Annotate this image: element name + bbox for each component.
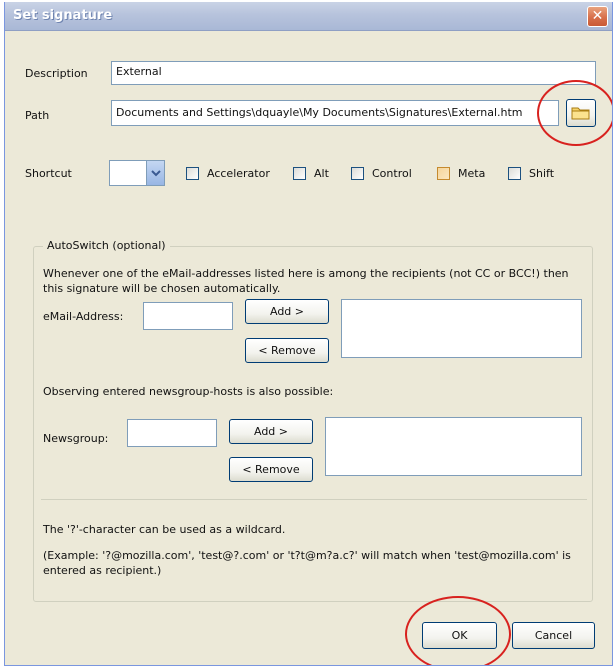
path-label: Path [25, 109, 50, 122]
shift-checkbox[interactable] [508, 167, 521, 180]
email-label: eMail-Address: [43, 310, 124, 323]
control-checkbox[interactable] [351, 167, 364, 180]
meta-checkbox[interactable] [437, 167, 450, 180]
alt-checkbox[interactable] [293, 167, 306, 180]
description-label: Description [25, 67, 88, 80]
path-input[interactable]: Documents and Settings\dquayle\My Docume… [111, 100, 559, 126]
shortcut-dropdown[interactable] [109, 160, 165, 186]
set-signature-dialog: Set signature ✕ Description External Pat… [4, 2, 613, 666]
autoswitch-description: Whenever one of the eMail-addresses list… [43, 267, 569, 295]
cancel-button[interactable]: Cancel [512, 622, 595, 649]
email-remove-button[interactable]: < Remove [245, 338, 329, 363]
email-input[interactable] [143, 302, 233, 330]
chevron-down-icon[interactable] [146, 161, 164, 185]
title-bar: Set signature ✕ [5, 2, 612, 31]
wildcard-example: (Example: '?@mozilla.com', 'test@?.com' … [43, 549, 571, 577]
newsgroup-intro: Observing entered newsgroup-hosts is als… [43, 385, 334, 398]
ok-button[interactable]: OK [422, 622, 497, 649]
autoswitch-legend: AutoSwitch (optional) [43, 239, 170, 252]
path-value: Documents and Settings\dquayle\My Docume… [116, 106, 523, 119]
alt-label: Alt [314, 167, 329, 180]
close-icon: ✕ [591, 8, 604, 24]
newsgroup-input[interactable] [127, 419, 217, 447]
newsgroup-remove-button[interactable]: < Remove [229, 457, 313, 482]
folder-icon [571, 107, 590, 120]
meta-label: Meta [458, 167, 486, 180]
description-input[interactable]: External [111, 61, 596, 85]
accelerator-label: Accelerator [207, 167, 270, 180]
wildcard-note: The '?'-character can be used as a wildc… [43, 523, 286, 536]
shortcut-label: Shortcut [25, 167, 72, 180]
email-add-button[interactable]: Add > [245, 299, 329, 324]
newsgroup-list[interactable] [325, 417, 582, 476]
close-button[interactable]: ✕ [587, 6, 608, 27]
accelerator-checkbox[interactable] [186, 167, 199, 180]
browse-button[interactable] [566, 99, 596, 127]
control-label: Control [372, 167, 412, 180]
email-list[interactable] [341, 299, 582, 358]
dialog-title: Set signature [13, 8, 113, 23]
newsgroup-add-button[interactable]: Add > [229, 419, 313, 444]
newsgroup-label: Newsgroup: [43, 432, 109, 445]
shift-label: Shift [529, 167, 555, 180]
group-separator [41, 499, 587, 500]
